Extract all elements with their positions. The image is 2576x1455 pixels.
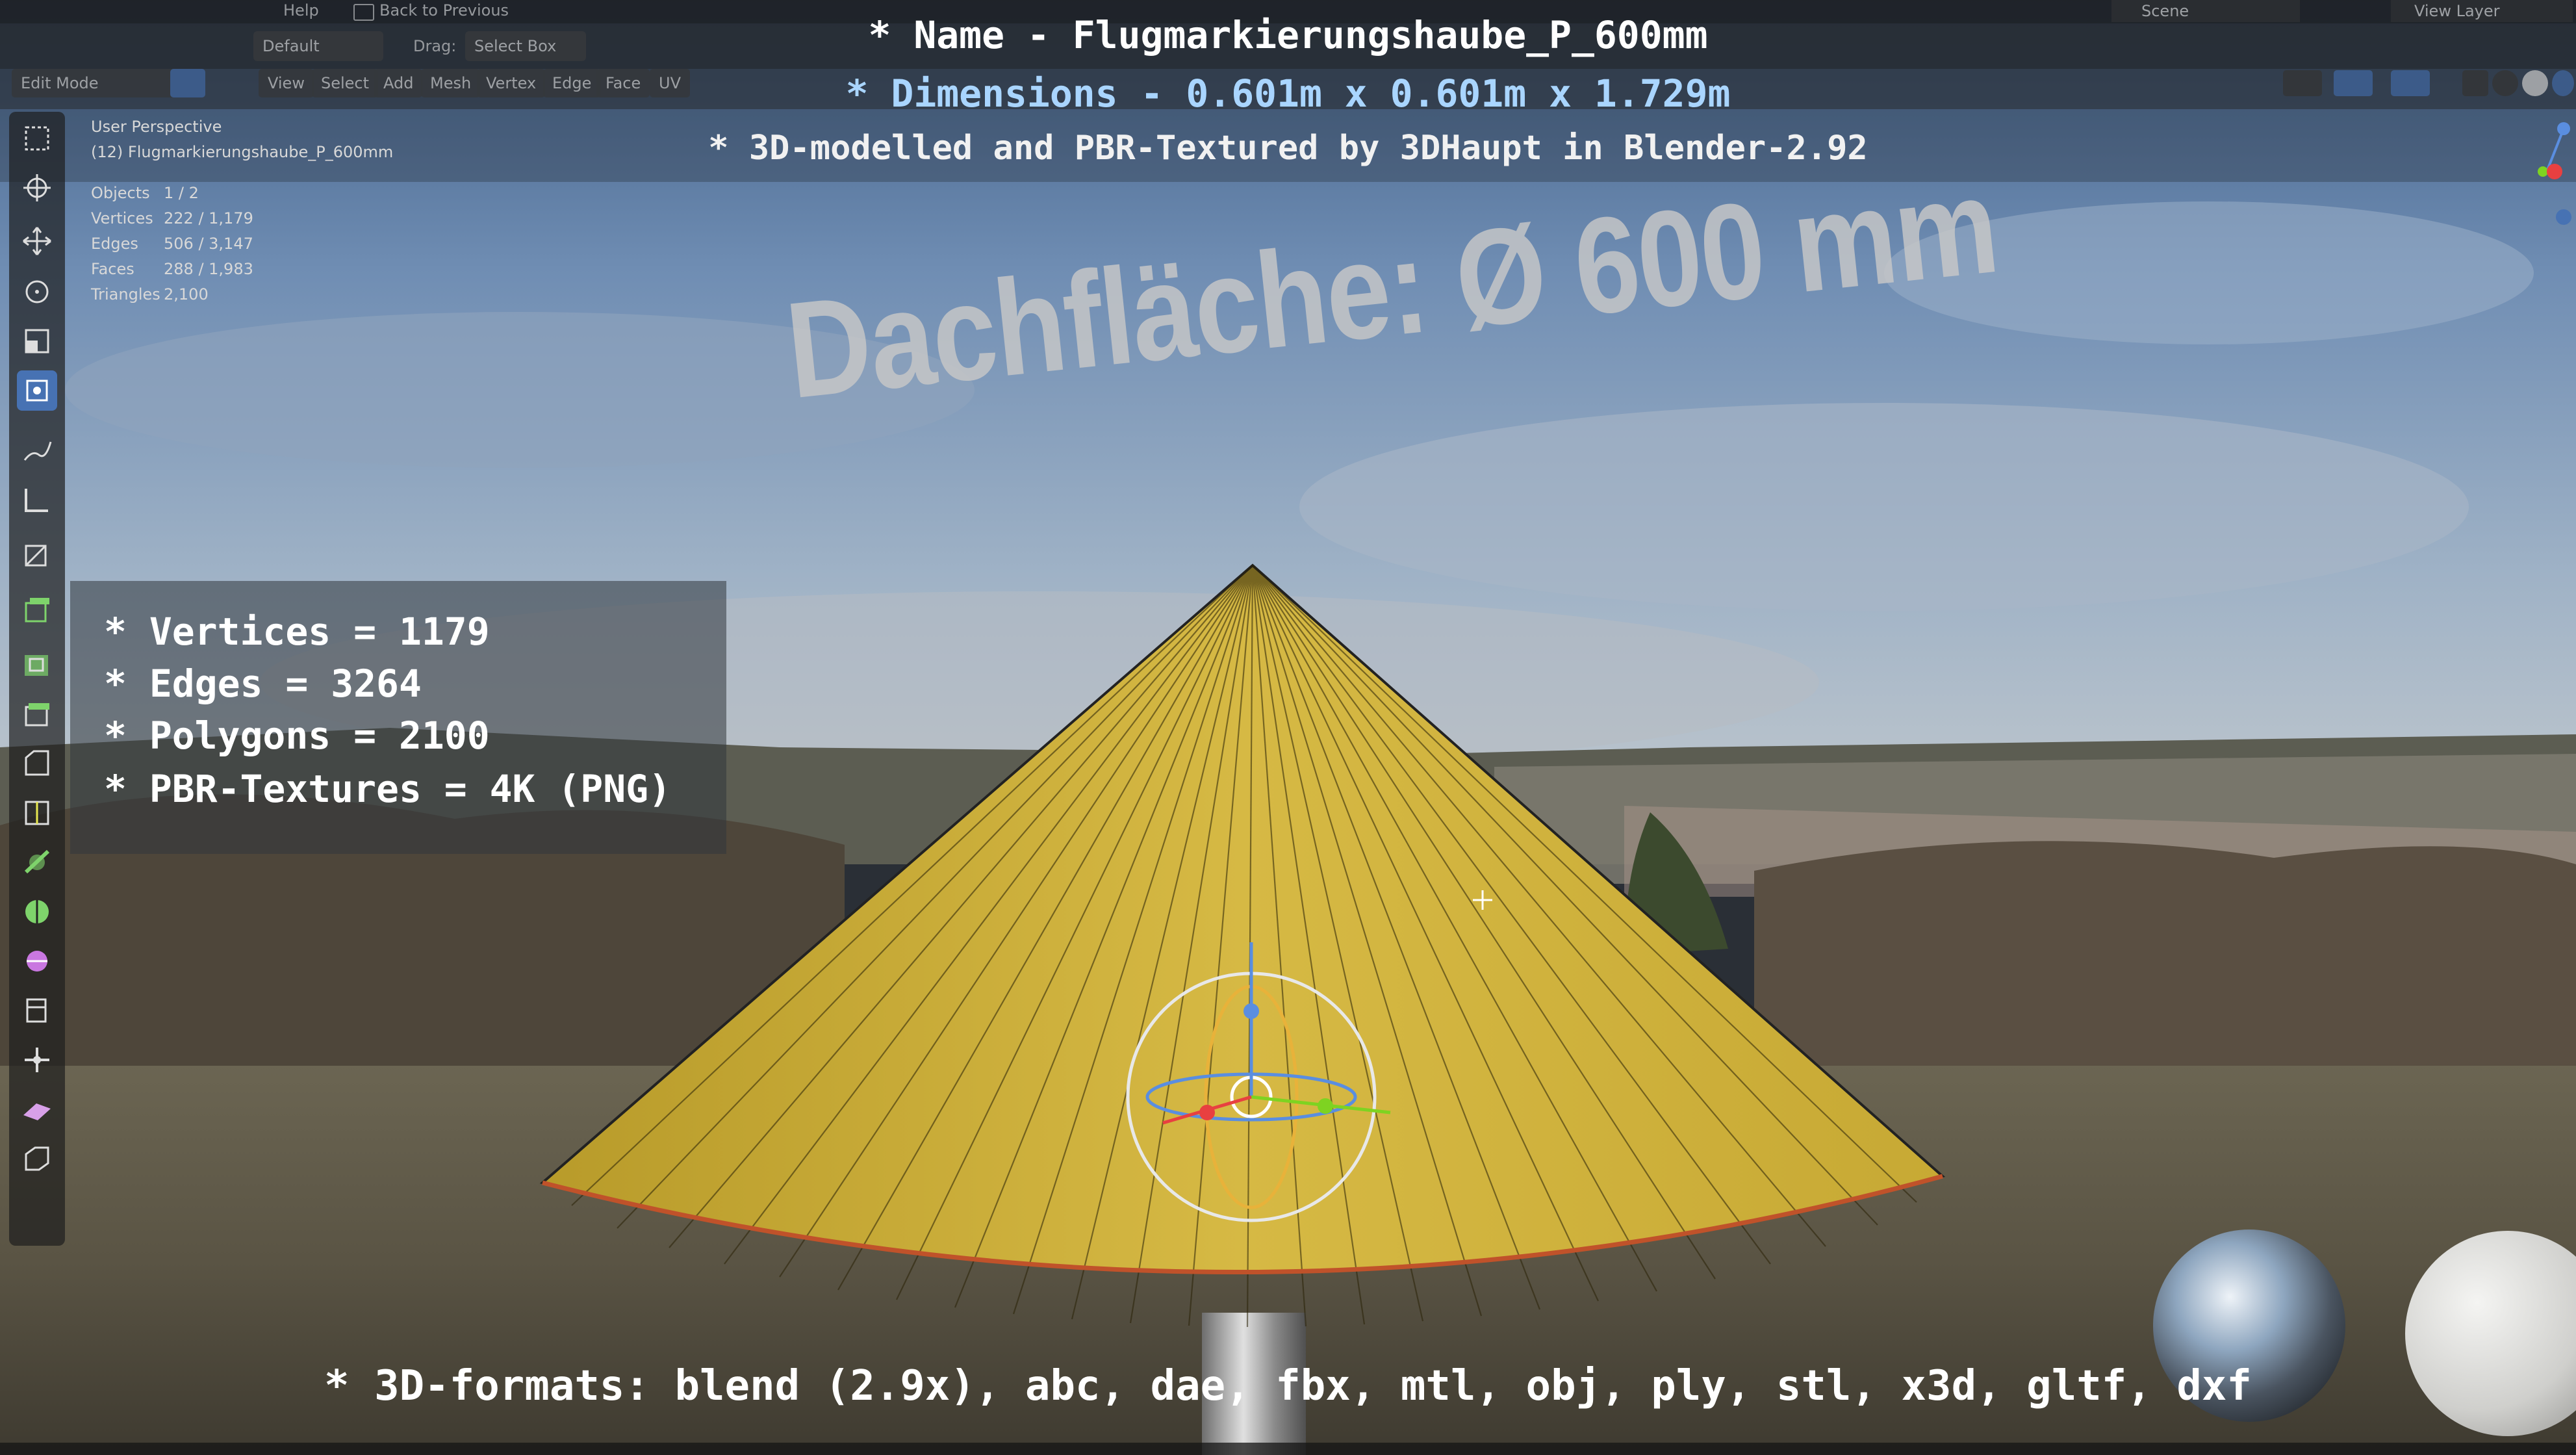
loop-cut-tool-icon[interactable] xyxy=(17,793,57,833)
left-toolbar xyxy=(9,112,65,1246)
select-box-tool-icon[interactable] xyxy=(17,118,57,159)
navigation-gizmo[interactable] xyxy=(2521,117,2573,234)
spin-tool-icon[interactable] xyxy=(17,941,57,981)
measure-tool-icon[interactable] xyxy=(17,480,57,520)
move-tool-icon[interactable] xyxy=(17,221,57,261)
model-stats-panel: * Vertices = 1179 * Edges = 3264 * Polyg… xyxy=(70,581,726,854)
formats-caption: * 3D-formats: blend (2.9x), abc, dae, fb… xyxy=(324,1362,2252,1410)
inset-tool-icon[interactable] xyxy=(17,694,57,734)
rotate-tool-icon[interactable] xyxy=(17,272,57,312)
viewport-info: User Perspective (12) Flugmarkierungshau… xyxy=(91,114,393,165)
annotate-tool-icon[interactable] xyxy=(17,430,57,470)
poly-build-tool-icon[interactable] xyxy=(17,892,57,932)
stat-vertices: * Vertices = 1179 xyxy=(104,610,490,654)
stat-row: Faces 288 / 1,983 xyxy=(91,260,253,278)
stat-edges: * Edges = 3264 xyxy=(104,662,422,706)
knife-tool-icon[interactable] xyxy=(17,842,57,882)
inset-faces-tool-icon[interactable] xyxy=(17,645,57,685)
scale-tool-icon[interactable] xyxy=(17,321,57,361)
add-cube-tool-icon[interactable] xyxy=(17,534,57,574)
shear-tool-icon[interactable] xyxy=(17,1089,57,1129)
stat-polygons: * Polygons = 2100 xyxy=(104,714,490,758)
stat-textures: * PBR-Textures = 4K (PNG) xyxy=(104,767,671,811)
rip-tool-icon[interactable] xyxy=(17,1139,57,1179)
status-bar xyxy=(0,1443,2576,1455)
transform-tool-icon[interactable] xyxy=(17,370,57,411)
asset-dimensions-title: * Dimensions - 0.601m x 0.601m x 1.729m xyxy=(845,71,1731,116)
asset-name-title: * Name - Flugmarkierungshaube_P_600mm xyxy=(868,13,1708,57)
statistics-overlay: Objects 1 / 2 Vertices 222 / 1,179 Edges 50… xyxy=(91,181,253,307)
smooth-tool-icon[interactable] xyxy=(17,990,57,1031)
stat-row: Objects 1 / 2 xyxy=(91,184,199,202)
stat-row: Triangles 2,100 xyxy=(91,285,209,303)
shrink-fatten-tool-icon[interactable] xyxy=(17,1040,57,1080)
stat-row: Vertices 222 / 1,179 xyxy=(91,209,253,227)
extrude-tool-icon[interactable] xyxy=(17,590,57,630)
active-object-label: (12) Flugmarkierungshaube_P_600mm xyxy=(91,143,394,161)
cursor-tool-icon[interactable] xyxy=(17,168,57,208)
stat-row: Edges 506 / 3,147 xyxy=(91,235,253,253)
perspective-label: User Perspective xyxy=(91,118,222,136)
bevel-tool-icon[interactable] xyxy=(17,743,57,784)
